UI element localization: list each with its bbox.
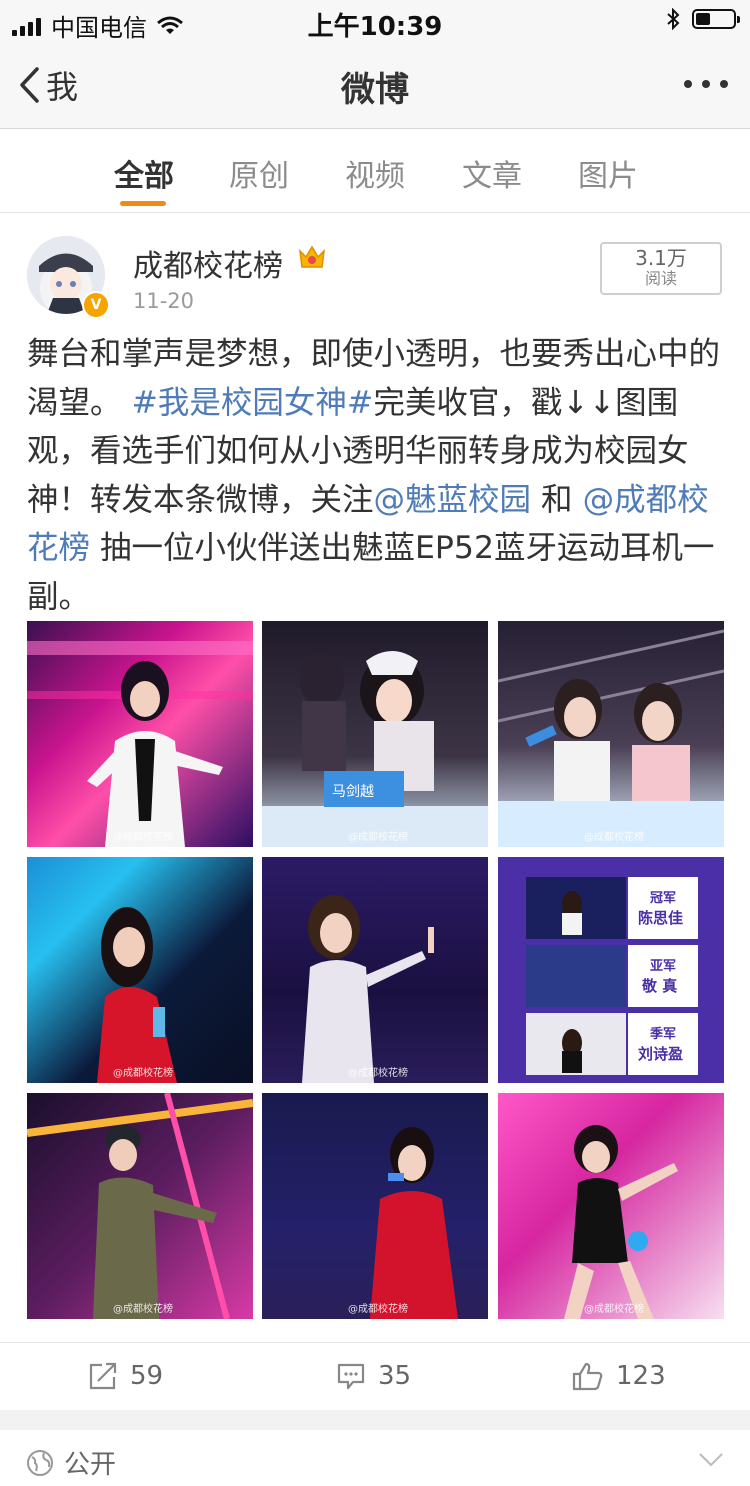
photo-image: [302, 895, 434, 1083]
filter-tabs: 全部 原创 视频 文章 图片: [0, 129, 750, 213]
globe-icon: [27, 1449, 53, 1476]
tab-photos[interactable]: 图片: [578, 151, 638, 195]
tab-original[interactable]: 原创: [229, 151, 289, 195]
nav-bar: 我 微博: [0, 40, 750, 129]
photo-label-bronze: 季军: [650, 1027, 677, 1042]
thumbs-up-icon: [572, 1362, 603, 1391]
photo-image: [564, 1125, 678, 1319]
repost-count: 59: [130, 1361, 164, 1391]
read-label: 阅读: [644, 269, 677, 288]
post-photo[interactable]: @成都校花榜: [27, 1093, 253, 1319]
page-title: 微博: [341, 70, 409, 110]
photo-watermark: @成都校花榜: [113, 832, 173, 843]
photo-watermark: @成都校花榜: [584, 832, 644, 843]
post-text: 舞台和掌声是梦想，即使小透明，也要秀出心中的渴望。 #我是校园女神#完美收官，戳…: [27, 330, 725, 621]
post-photo[interactable]: @成都校花榜: [27, 621, 253, 847]
photo-watermark: @成都校花榜: [348, 1304, 408, 1315]
comment-icon: [337, 1363, 365, 1390]
repost-icon: [89, 1362, 117, 1390]
post-photo[interactable]: @成都校花榜: [262, 857, 488, 1083]
photo-image: [262, 651, 488, 847]
photo-image: [97, 907, 177, 1083]
crown-vip-icon: [298, 245, 326, 268]
privacy-setting[interactable]: 公开: [26, 1444, 116, 1481]
post-photo[interactable]: @成都校花榜: [262, 1093, 488, 1319]
like-count: 123: [616, 1361, 666, 1391]
photo-watermark: @成都校花榜: [113, 1068, 173, 1079]
photo-image: [27, 1093, 253, 1319]
post-photo[interactable]: @成都校花榜: [498, 621, 724, 847]
comment-count: 35: [378, 1361, 412, 1391]
more-icon[interactable]: [684, 80, 728, 88]
read-count: 3.1万: [635, 246, 687, 270]
clock: 上午10:39: [307, 12, 443, 42]
photo-image: [526, 877, 698, 1075]
active-tab-indicator: [120, 201, 166, 206]
photo-label-gold-name: 陈思佳: [638, 909, 684, 927]
like-button[interactable]: 123: [572, 1361, 666, 1391]
post-photo[interactable]: 马剑越 @成都校花榜: [262, 621, 488, 847]
tab-article[interactable]: 文章: [462, 151, 522, 195]
photo-image: [27, 641, 253, 847]
author-name[interactable]: 成都校花榜: [133, 241, 283, 285]
comment-button[interactable]: 35: [336, 1361, 411, 1391]
weibo-post-card: V 成都校花榜 11-20 3.1万 阅读 舞台和掌声是梦想，即使小透明，也要秀…: [0, 213, 750, 1410]
post-text-part: 抽一位小伙伴送出魅蓝EP52蓝牙运动耳机一副。: [27, 530, 715, 615]
tab-all[interactable]: 全部: [114, 151, 174, 195]
battery-icon: [692, 9, 740, 29]
photo-label-silver-name: 敬 真: [642, 977, 678, 995]
photo-watermark: @成都校花榜: [584, 1304, 644, 1315]
repost-button[interactable]: 59: [88, 1361, 163, 1391]
post-photo[interactable]: @成都校花榜: [27, 857, 253, 1083]
read-count-badge: 3.1万 阅读: [600, 242, 722, 295]
photo-watermark: @成都校花榜: [113, 1304, 173, 1315]
photo-label-silver: 亚军: [650, 959, 677, 974]
post-actions: 59 35 123: [0, 1342, 750, 1411]
tab-video[interactable]: 视频: [345, 151, 405, 195]
post-text-part: 和: [531, 481, 583, 518]
post-photo[interactable]: @成都校花榜: [498, 1093, 724, 1319]
photo-nameplate: 马剑越: [332, 784, 374, 800]
post-photo[interactable]: 冠军 陈思佳 亚军 敬 真 季军 刘诗盈: [498, 857, 724, 1083]
photo-watermark: @成都校花榜: [348, 1068, 408, 1079]
photo-label-bronze-name: 刘诗盈: [638, 1045, 684, 1063]
photo-watermark: @成都校花榜: [348, 832, 408, 843]
status-bar: 中国电信 上午10:39: [0, 0, 750, 42]
mention-link[interactable]: @魅蓝校园: [374, 482, 532, 518]
visibility-bar: 公开: [0, 1430, 750, 1486]
chevron-down-icon[interactable]: [698, 1452, 724, 1468]
section-divider: [0, 1410, 750, 1430]
photo-label-gold: 冠军: [650, 891, 677, 906]
photo-image: [370, 1127, 458, 1319]
bluetooth-icon: [667, 8, 680, 30]
photo-image: [498, 629, 724, 847]
privacy-label: 公开: [64, 1450, 117, 1480]
hashtag-link[interactable]: #我是校园女神#: [132, 385, 374, 421]
status-right: [666, 8, 740, 30]
verified-badge-icon: V: [82, 291, 110, 319]
post-time: 11-20: [133, 289, 195, 313]
